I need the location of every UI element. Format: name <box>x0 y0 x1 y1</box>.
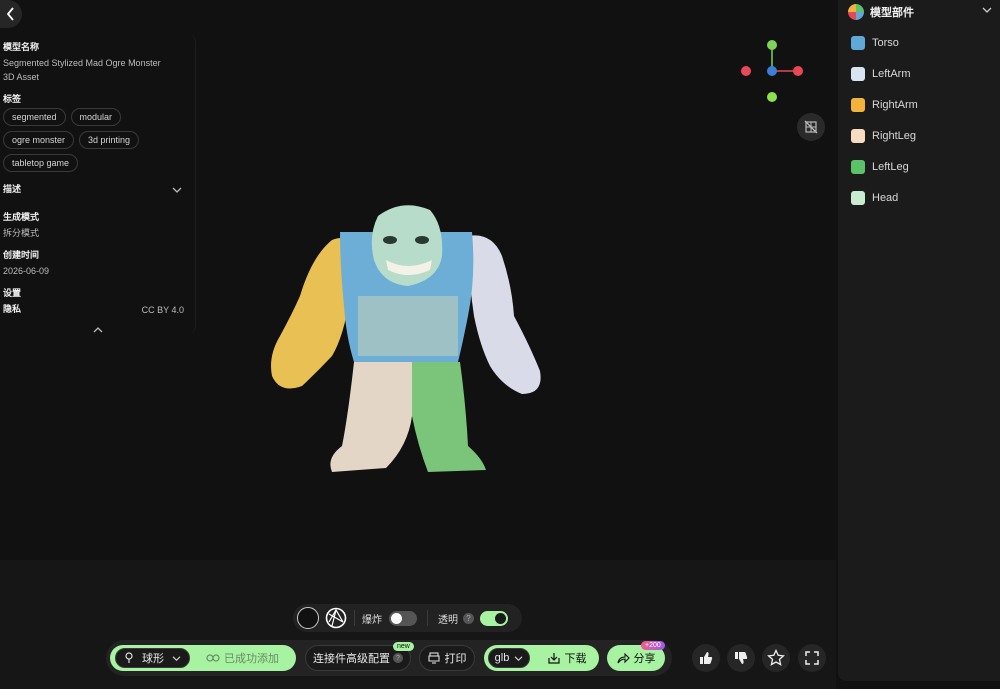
transparent-toggle[interactable] <box>480 610 508 626</box>
neg-y-axis-handle[interactable] <box>767 92 777 102</box>
link-icon <box>206 654 220 662</box>
mode-label: 生成模式 <box>3 212 40 222</box>
new-badge: new <box>393 642 414 651</box>
part-list: Torso LeftArm RightArm RightLeg LeftLeg … <box>838 27 1000 213</box>
privacy-label: 隐私 <box>3 304 22 314</box>
privacy-value: CC BY 4.0 <box>141 305 184 315</box>
parts-panel: 模型部件 Torso LeftArm RightArm RightLeg Lef… <box>838 0 1000 681</box>
view-options-bar: 爆炸 透明 ? <box>293 604 522 632</box>
solid-view-button[interactable] <box>297 607 319 629</box>
y-axis-handle[interactable] <box>767 40 777 50</box>
chevron-down-icon <box>172 655 181 661</box>
added-status: 已成功添加 <box>206 645 279 671</box>
download-icon <box>547 653 560 664</box>
part-item-head[interactable]: Head <box>838 182 1000 213</box>
part-label: RightArm <box>872 98 918 111</box>
part-color-swatch <box>851 35 865 50</box>
share-reward-badge: +200 <box>641 641 665 650</box>
left-arm-part <box>468 235 541 394</box>
tag-list: segmented modular ogre monster 3d printi… <box>3 108 192 172</box>
share-icon <box>616 652 630 663</box>
right-leg-part <box>330 362 412 472</box>
settings-label: 设置 <box>3 288 22 298</box>
chevron-down-icon <box>172 187 182 193</box>
part-label: LeftLeg <box>872 160 909 173</box>
part-item-leftarm[interactable]: LeftArm <box>838 58 1000 89</box>
x-axis-handle[interactable] <box>793 66 803 76</box>
left-leg-part <box>412 362 486 472</box>
help-icon[interactable]: ? <box>463 612 474 624</box>
download-button[interactable]: 下载 <box>538 645 596 671</box>
favorite-button[interactable] <box>762 644 790 672</box>
chevron-up-icon[interactable] <box>93 326 103 334</box>
tags-label: 标签 <box>3 94 22 104</box>
part-label: Head <box>872 191 899 204</box>
added-status-label: 已成功添加 <box>224 653 279 665</box>
share-label: 分享 <box>633 653 656 665</box>
part-item-leftleg[interactable]: LeftLeg <box>838 151 1000 182</box>
tag-chip[interactable]: 3d printing <box>79 131 140 149</box>
hide-grid-button[interactable] <box>797 113 825 141</box>
wireframe-view-button[interactable] <box>325 607 347 629</box>
part-label: Torso <box>872 36 899 49</box>
description-label: 描述 <box>3 184 22 194</box>
format-select-value: glb <box>494 652 510 664</box>
shape-select[interactable]: 球形 <box>115 648 190 668</box>
chevron-down-icon <box>982 7 992 13</box>
model-type-value: 3D Asset <box>3 72 40 82</box>
chevron-left-icon <box>6 7 14 21</box>
parts-panel-header[interactable]: 模型部件 <box>838 0 1000 24</box>
download-label: 下载 <box>564 653 587 665</box>
print-icon <box>427 652 440 664</box>
thumbs-up-icon <box>700 652 713 664</box>
model-info-panel: 模型名称 Segmented Stylized Mad Ogre Monster… <box>0 34 196 334</box>
created-label: 创建时间 <box>3 250 40 260</box>
dislike-button[interactable] <box>727 644 755 672</box>
parts-panel-title: 模型部件 <box>870 7 914 19</box>
part-color-swatch <box>851 159 865 174</box>
like-button[interactable] <box>692 644 720 672</box>
mode-value: 拆分模式 <box>3 228 40 238</box>
part-color-swatch <box>851 190 865 205</box>
tag-chip[interactable]: tabletop game <box>3 154 79 172</box>
description-toggle[interactable]: 描述 <box>3 182 192 198</box>
part-item-rightleg[interactable]: RightLeg <box>838 120 1000 151</box>
created-value: 2026-06-09 <box>3 266 50 276</box>
part-label: LeftArm <box>872 67 911 80</box>
part-item-rightarm[interactable]: RightArm <box>838 89 1000 120</box>
part-color-swatch <box>851 97 865 112</box>
thumbs-down-icon <box>735 652 748 664</box>
help-icon: ? <box>393 653 403 663</box>
axis-gizmo[interactable] <box>736 36 812 106</box>
pin-icon <box>125 652 133 663</box>
neg-x-axis-handle[interactable] <box>741 66 751 76</box>
tag-chip[interactable]: modular <box>70 108 122 126</box>
tag-chip[interactable]: segmented <box>3 108 66 126</box>
part-item-torso[interactable]: Torso <box>838 27 1000 58</box>
part-label: RightLeg <box>872 129 917 142</box>
bottom-toolbar: 球形 已成功添加 连接件高级配置 ? new 打印 glb 下载 分享 +200 <box>106 640 672 676</box>
shape-select-value: 球形 <box>142 653 164 665</box>
star-icon <box>767 649 785 666</box>
explode-toggle[interactable] <box>389 610 417 626</box>
explode-label: 爆炸 <box>362 614 382 626</box>
ogre-model[interactable] <box>262 196 552 478</box>
connector-advanced-label: 连接件高级配置 <box>313 653 390 665</box>
chevron-down-icon <box>514 655 523 661</box>
transparent-label: 透明 <box>438 614 458 626</box>
grid-off-icon <box>804 120 818 134</box>
format-select[interactable]: glb <box>488 648 530 668</box>
print-label: 打印 <box>444 653 467 665</box>
parts-logo-icon <box>848 4 864 20</box>
z-axis-handle[interactable] <box>767 66 777 76</box>
fullscreen-icon <box>805 651 819 665</box>
fullscreen-button[interactable] <box>798 644 826 672</box>
part-color-swatch <box>851 128 865 143</box>
globe-icon <box>325 607 347 629</box>
tag-chip[interactable]: ogre monster <box>3 131 75 149</box>
print-button[interactable]: 打印 <box>419 645 475 671</box>
part-color-swatch <box>851 66 865 81</box>
model-name-value: Segmented Stylized Mad Ogre Monster <box>3 58 161 68</box>
model-name-label: 模型名称 <box>3 42 40 52</box>
